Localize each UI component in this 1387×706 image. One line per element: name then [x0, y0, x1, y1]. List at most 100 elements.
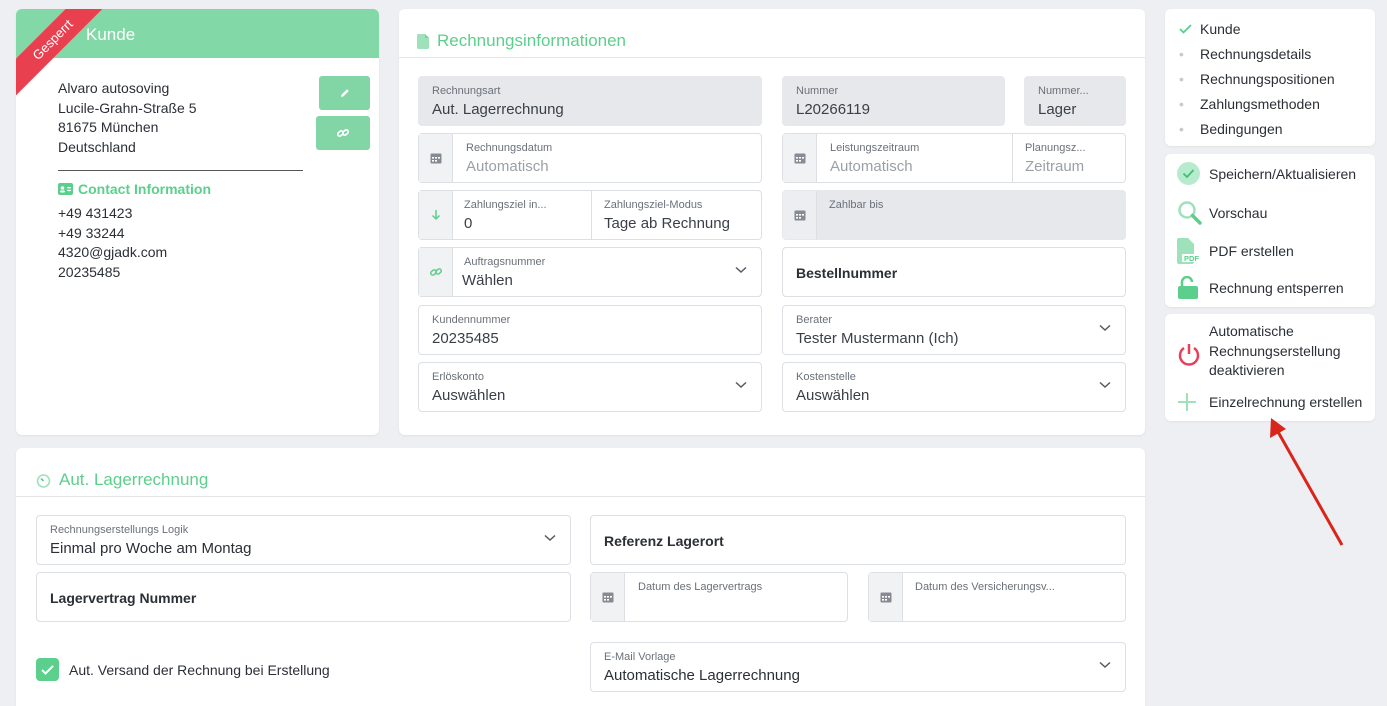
field-value: Automatisch: [466, 158, 549, 175]
field-divider: [1012, 134, 1013, 182]
step-zahlungsmethoden[interactable]: • Zahlungsmethoden: [1179, 96, 1320, 112]
preview-label: Vorschau: [1209, 205, 1268, 221]
step-rechnungsdetails[interactable]: • Rechnungsdetails: [1179, 46, 1311, 62]
zahlungsziel-modus-label: Zahlungsziel-Modus: [604, 199, 703, 211]
unlock-label: Rechnung entsperren: [1209, 279, 1344, 296]
zahlungsziel-field[interactable]: Zahlungsziel in... 0 Zahlungsziel-Modus …: [418, 190, 762, 240]
create-pdf-button[interactable]: PDF PDF erstellen: [1177, 238, 1294, 264]
power-icon: [1177, 335, 1209, 367]
calendar-icon: [869, 573, 903, 621]
step-label: Rechnungsdetails: [1200, 46, 1312, 62]
single-invoice-button[interactable]: Einzelrechnung erstellen: [1177, 392, 1362, 412]
unlock-icon: [1177, 276, 1209, 299]
document-icon: [417, 33, 429, 49]
save-button[interactable]: Speichern/Aktualisieren: [1177, 162, 1356, 185]
field-label: Referenz Lagerort: [604, 533, 724, 549]
calendar-icon: [783, 134, 817, 182]
contact-title-label: Contact Information: [78, 181, 211, 197]
berater-select[interactable]: Berater Tester Mustermann (Ich): [782, 305, 1126, 355]
auftragsnummer-select[interactable]: Auftragsnummer Wählen: [418, 247, 762, 297]
field-value: Tester Mustermann (Ich): [796, 330, 959, 347]
field-value: 0: [464, 215, 473, 232]
checkbox-label: Aut. Versand der Rechnung bei Erstellung: [69, 661, 330, 678]
chevron-down-icon: [1099, 661, 1111, 669]
link-customer-button[interactable]: [316, 116, 370, 150]
deactivate-auto-button[interactable]: Automatische Rechnungserstellung deaktiv…: [1177, 322, 1341, 381]
deactivate-line: Automatische: [1209, 323, 1294, 339]
planungszeitraum-value[interactable]: Zeitraum: [1025, 158, 1084, 175]
field-label: Kundennummer: [432, 314, 511, 326]
deactivate-line: deaktivieren: [1209, 362, 1285, 378]
kundennummer-field[interactable]: Kundennummer 20235485: [418, 305, 762, 355]
svg-text:PDF: PDF: [1184, 254, 1199, 263]
rechnungsart-field: Rechnungsart Aut. Lagerrechnung: [418, 76, 762, 126]
check-circle-icon: [1177, 162, 1209, 185]
kostenstelle-select[interactable]: Kostenstelle Auswählen: [782, 362, 1126, 412]
contact-info: +49 431423 +49 33244 4320@gjadk.com 2023…: [58, 204, 167, 282]
leistungszeitraum-field[interactable]: Leistungszeitraum Automatisch Planungsz.…: [782, 133, 1126, 183]
lagervertrag-nummer-field[interactable]: Lagervertrag Nummer: [36, 572, 571, 622]
field-value: L20266119: [796, 101, 870, 118]
contact-title: Contact Information: [58, 181, 211, 197]
logik-select[interactable]: Rechnungserstellungs Logik Einmal pro Wo…: [36, 515, 571, 565]
link-icon: [336, 129, 350, 137]
contact-number: 20235485: [58, 263, 121, 280]
arrow-down-icon: [419, 191, 453, 239]
bullet-icon: •: [1179, 121, 1184, 137]
field-label: Kostenstelle: [796, 371, 856, 383]
bestellnummer-field[interactable]: Bestellnummer: [782, 247, 1126, 297]
chevron-down-icon: [735, 381, 747, 389]
calendar-icon: [419, 134, 453, 182]
field-value: Automatische Lagerrechnung: [604, 667, 800, 684]
step-rechnungspositionen[interactable]: • Rechnungspositionen: [1179, 71, 1335, 87]
planungszeitraum-label: Planungsz...: [1025, 142, 1086, 154]
check-icon: [36, 658, 59, 681]
lager-title: Aut. Lagerrechnung: [59, 470, 209, 489]
steps-nav: Kunde • Rechnungsdetails • Rechnungsposi…: [1165, 9, 1375, 146]
single-invoice-label: Einzelrechnung erstellen: [1209, 394, 1363, 410]
referenz-lagerort-field[interactable]: Referenz Lagerort: [590, 515, 1126, 565]
address-line: Lucile-Grahn-Straße 5: [58, 99, 197, 116]
field-label: E-Mail Vorlage: [604, 651, 676, 663]
step-bedingungen[interactable]: • Bedingungen: [1179, 121, 1283, 137]
email-vorlage-select[interactable]: E-Mail Vorlage Automatische Lagerrechnun…: [590, 642, 1126, 692]
preview-button[interactable]: Vorschau: [1177, 200, 1267, 226]
id-card-icon: [58, 183, 73, 195]
address-line: 81675 München: [58, 119, 159, 135]
field-label: Bestellnummer: [796, 265, 898, 281]
rechnungsdatum-field[interactable]: Rechnungsdatum Automatisch: [418, 133, 762, 183]
field-value: Auswählen: [432, 387, 506, 404]
chevron-down-icon: [544, 534, 556, 542]
customer-card: Kunde Gesperrt Alvaro autosoving Lucile-…: [16, 9, 379, 435]
deactivate-line: Rechnungserstellung: [1209, 342, 1341, 359]
magnifier-icon: [1177, 200, 1209, 226]
datum-lagervertrag-field[interactable]: Datum des Lagervertrags: [590, 572, 848, 622]
chevron-down-icon: [1099, 324, 1111, 332]
timer-icon: [36, 473, 51, 488]
field-label: Rechnungserstellungs Logik: [50, 524, 189, 536]
field-label: Zahlungsziel in...: [464, 199, 547, 211]
erloeskonto-select[interactable]: Erlöskonto Auswählen: [418, 362, 762, 412]
unlock-invoice-button[interactable]: Rechnung entsperren: [1177, 276, 1344, 299]
address-line: Alvaro autosoving: [58, 80, 170, 96]
field-divider: [591, 191, 592, 239]
zahlungsziel-modus-value[interactable]: Tage ab Rechnung: [604, 215, 730, 232]
deactivate-label: Automatische Rechnungserstellung deaktiv…: [1209, 322, 1341, 381]
invoice-info-card: Rechnungsinformationen Rechnungsart Aut.…: [399, 9, 1145, 435]
field-value: Einmal pro Woche am Montag: [50, 540, 252, 557]
edit-customer-button[interactable]: [319, 76, 370, 110]
contact-email: 4320@gjadk.com: [58, 244, 168, 260]
nummer-field: Nummer L20266119: [782, 76, 1005, 126]
invoice-info-title: Rechnungsinformationen: [437, 31, 627, 50]
step-kunde[interactable]: Kunde: [1179, 21, 1240, 37]
auto-versand-checkbox[interactable]: Aut. Versand der Rechnung bei Erstellung: [36, 658, 330, 681]
field-value: Lager: [1038, 101, 1077, 118]
address-line: Deutschland: [58, 138, 136, 155]
datum-versicherung-field[interactable]: Datum des Versicherungsv...: [868, 572, 1126, 622]
step-label: Bedingungen: [1200, 121, 1283, 137]
pencil-icon: [340, 89, 349, 97]
invoice-info-header: Rechnungsinformationen: [399, 9, 1145, 58]
link-icon: [419, 248, 453, 296]
contact-phone: +49 431423: [58, 205, 133, 221]
bullet-icon: •: [1179, 71, 1184, 87]
